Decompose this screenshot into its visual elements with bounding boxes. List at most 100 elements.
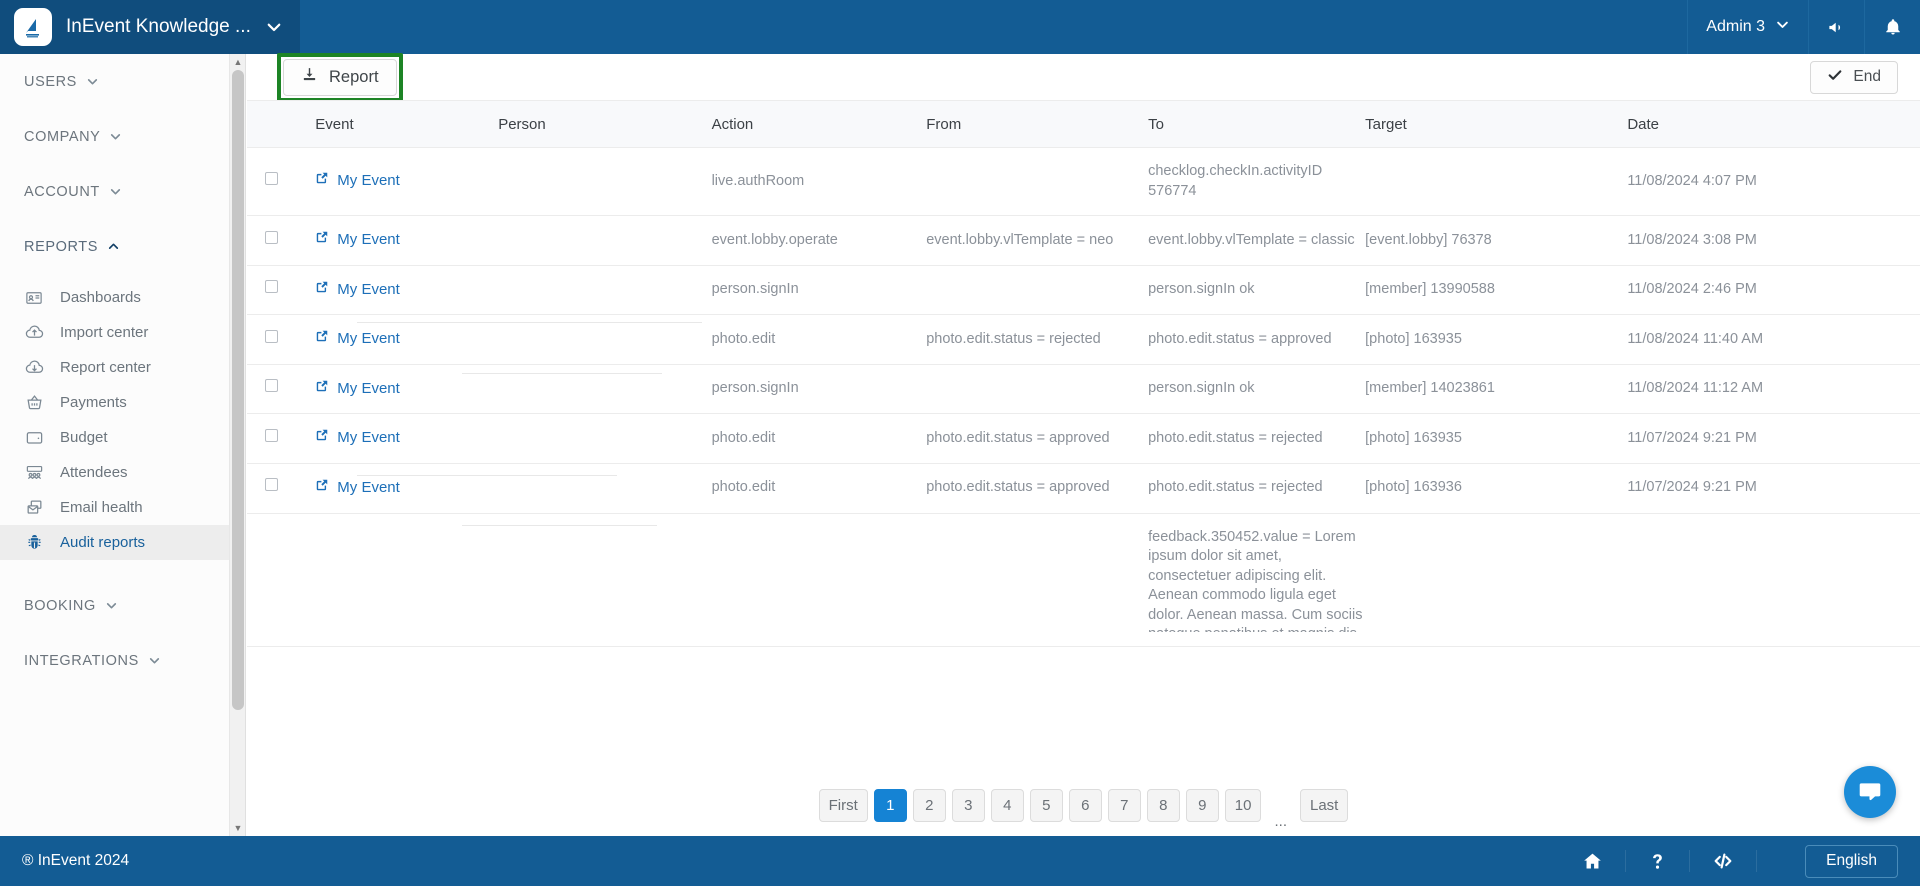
event-link[interactable]: My Event: [315, 428, 400, 448]
table-row[interactable]: My Event event.lobby.operate event.lobby…: [247, 215, 1920, 266]
table-row[interactable]: feedback.350452.value = Lorem ipsum dolo…: [247, 513, 1920, 647]
event-cell: [315, 513, 499, 647]
pagination-page-1[interactable]: 1: [873, 788, 907, 822]
sidebar-item-dashboards[interactable]: Dashboards: [0, 280, 229, 315]
sidebar-section-label: REPORTS: [24, 238, 99, 255]
sidebar-section-label: COMPANY: [24, 128, 101, 145]
home-icon[interactable]: [1582, 851, 1603, 872]
row-checkbox[interactable]: [265, 280, 278, 294]
table-body: My Event live.authRoom checklog.checkIn.…: [247, 147, 1920, 647]
chevron-down-icon[interactable]: [265, 18, 283, 36]
sidebar-section-company[interactable]: COMPANY: [0, 109, 229, 164]
column-header-target[interactable]: Target: [1365, 100, 1628, 148]
end-button[interactable]: End: [1810, 60, 1898, 94]
table-row[interactable]: My Event photo.edit photo.edit.status = …: [247, 463, 1920, 514]
megaphone-icon[interactable]: [1808, 0, 1864, 54]
row-select-cell: [247, 513, 316, 647]
pagination-page-7[interactable]: 7: [1107, 788, 1141, 822]
row-select-cell: [247, 265, 316, 316]
event-cell: My Event: [315, 364, 499, 415]
event-link-label: My Event: [337, 429, 400, 447]
code-icon[interactable]: [1712, 850, 1734, 872]
event-link[interactable]: My Event: [315, 478, 400, 498]
sidebar-item-report-center[interactable]: Report center: [0, 350, 229, 385]
pagination-last[interactable]: Last: [1300, 788, 1349, 822]
external-link-icon: [315, 428, 329, 448]
event-link[interactable]: My Event: [315, 329, 400, 349]
sidebar-item-import-center[interactable]: Import center: [0, 315, 229, 350]
pagination-page-2[interactable]: 2: [912, 788, 946, 822]
row-select-cell: [247, 413, 316, 464]
column-header-to[interactable]: To: [1148, 100, 1366, 148]
person-cell: [498, 513, 712, 647]
chevron-down-icon: [105, 599, 118, 612]
report-button[interactable]: Report: [283, 58, 397, 96]
email-stack-icon: [24, 498, 44, 517]
admin-label: Admin 3: [1706, 18, 1765, 35]
column-header-date[interactable]: Date: [1627, 100, 1920, 148]
action-cell: person.signIn: [711, 265, 927, 316]
pagination-page-10[interactable]: 10: [1224, 788, 1262, 822]
target-cell: [1365, 147, 1628, 217]
external-link-icon: [315, 379, 329, 399]
sidebar-section-booking[interactable]: BOOKING: [0, 578, 229, 633]
pagination-page-6[interactable]: 6: [1068, 788, 1102, 822]
question-icon[interactable]: [1648, 852, 1667, 871]
date-cell: 11/08/2024 11:40 AM: [1627, 314, 1920, 365]
admin-menu[interactable]: Admin 3: [1687, 0, 1808, 54]
row-checkbox[interactable]: [265, 379, 278, 393]
sidebar-section-integrations[interactable]: INTEGRATIONS: [0, 633, 229, 688]
column-header-event[interactable]: Event: [315, 100, 499, 148]
sidebar-section-account[interactable]: ACCOUNT: [0, 164, 229, 219]
sidebar-item-attendees[interactable]: Attendees: [0, 455, 229, 490]
sidebar-item-label: Import center: [60, 324, 149, 341]
table-row[interactable]: My Event live.authRoom checklog.checkIn.…: [247, 147, 1920, 217]
to-cell: person.signIn ok: [1148, 265, 1366, 316]
chat-bubble-icon[interactable]: [1844, 766, 1896, 818]
to-cell: photo.edit.status = rejected: [1148, 463, 1366, 514]
brand-area[interactable]: InEvent Knowledge ...: [0, 0, 300, 54]
row-checkbox[interactable]: [265, 171, 278, 185]
language-label: English: [1826, 852, 1877, 869]
sidebar-item-budget[interactable]: Budget: [0, 420, 229, 455]
pagination-page-9[interactable]: 9: [1185, 788, 1219, 822]
action-cell: live.authRoom: [711, 147, 927, 217]
column-header-from[interactable]: From: [926, 100, 1149, 148]
table-row[interactable]: My Event photo.edit photo.edit.status = …: [247, 413, 1920, 464]
scroll-down-icon[interactable]: ▼: [230, 820, 246, 836]
sidebar-item-label: Email health: [60, 499, 143, 516]
row-checkbox[interactable]: [265, 428, 278, 442]
scrollbar-thumb[interactable]: [232, 70, 244, 710]
sidebar-section-users[interactable]: USERS: [0, 54, 229, 109]
event-cell: My Event: [315, 147, 499, 217]
scroll-up-icon[interactable]: ▲: [230, 54, 246, 70]
table-row[interactable]: My Event person.signIn person.signIn ok …: [247, 364, 1920, 415]
language-selector[interactable]: English: [1805, 844, 1898, 878]
sidebar-item-email-health[interactable]: Email health: [0, 490, 229, 525]
pagination-page-3[interactable]: 3: [951, 788, 985, 822]
sidebar-section-label: ACCOUNT: [24, 183, 100, 200]
pagination: First 1 2 3 4 5 6 7 8 9 10 ... Last: [247, 774, 1920, 836]
bell-icon[interactable]: [1864, 0, 1920, 54]
row-checkbox[interactable]: [265, 329, 278, 343]
sidebar-section-reports[interactable]: REPORTS: [0, 219, 229, 274]
pagination-first[interactable]: First: [818, 788, 868, 822]
sidebar-item-payments[interactable]: Payments: [0, 385, 229, 420]
target-cell: [photo] 163935: [1365, 413, 1628, 464]
render-artifact: [462, 525, 657, 526]
event-link[interactable]: My Event: [315, 171, 400, 191]
event-link[interactable]: My Event: [315, 280, 400, 300]
pagination-page-5[interactable]: 5: [1029, 788, 1063, 822]
column-header-action[interactable]: Action: [711, 100, 927, 148]
event-link[interactable]: My Event: [315, 379, 400, 399]
row-checkbox[interactable]: [265, 230, 278, 244]
sidebar-scrollbar[interactable]: ▲ ▼: [230, 54, 246, 836]
person-cell: [498, 413, 712, 464]
row-checkbox[interactable]: [265, 478, 278, 492]
sidebar-item-audit-reports[interactable]: Audit reports: [0, 525, 229, 560]
table-row[interactable]: My Event person.signIn person.signIn ok …: [247, 265, 1920, 316]
event-link[interactable]: My Event: [315, 230, 400, 250]
pagination-page-8[interactable]: 8: [1146, 788, 1180, 822]
column-header-person[interactable]: Person: [498, 100, 712, 148]
pagination-page-4[interactable]: 4: [990, 788, 1024, 822]
